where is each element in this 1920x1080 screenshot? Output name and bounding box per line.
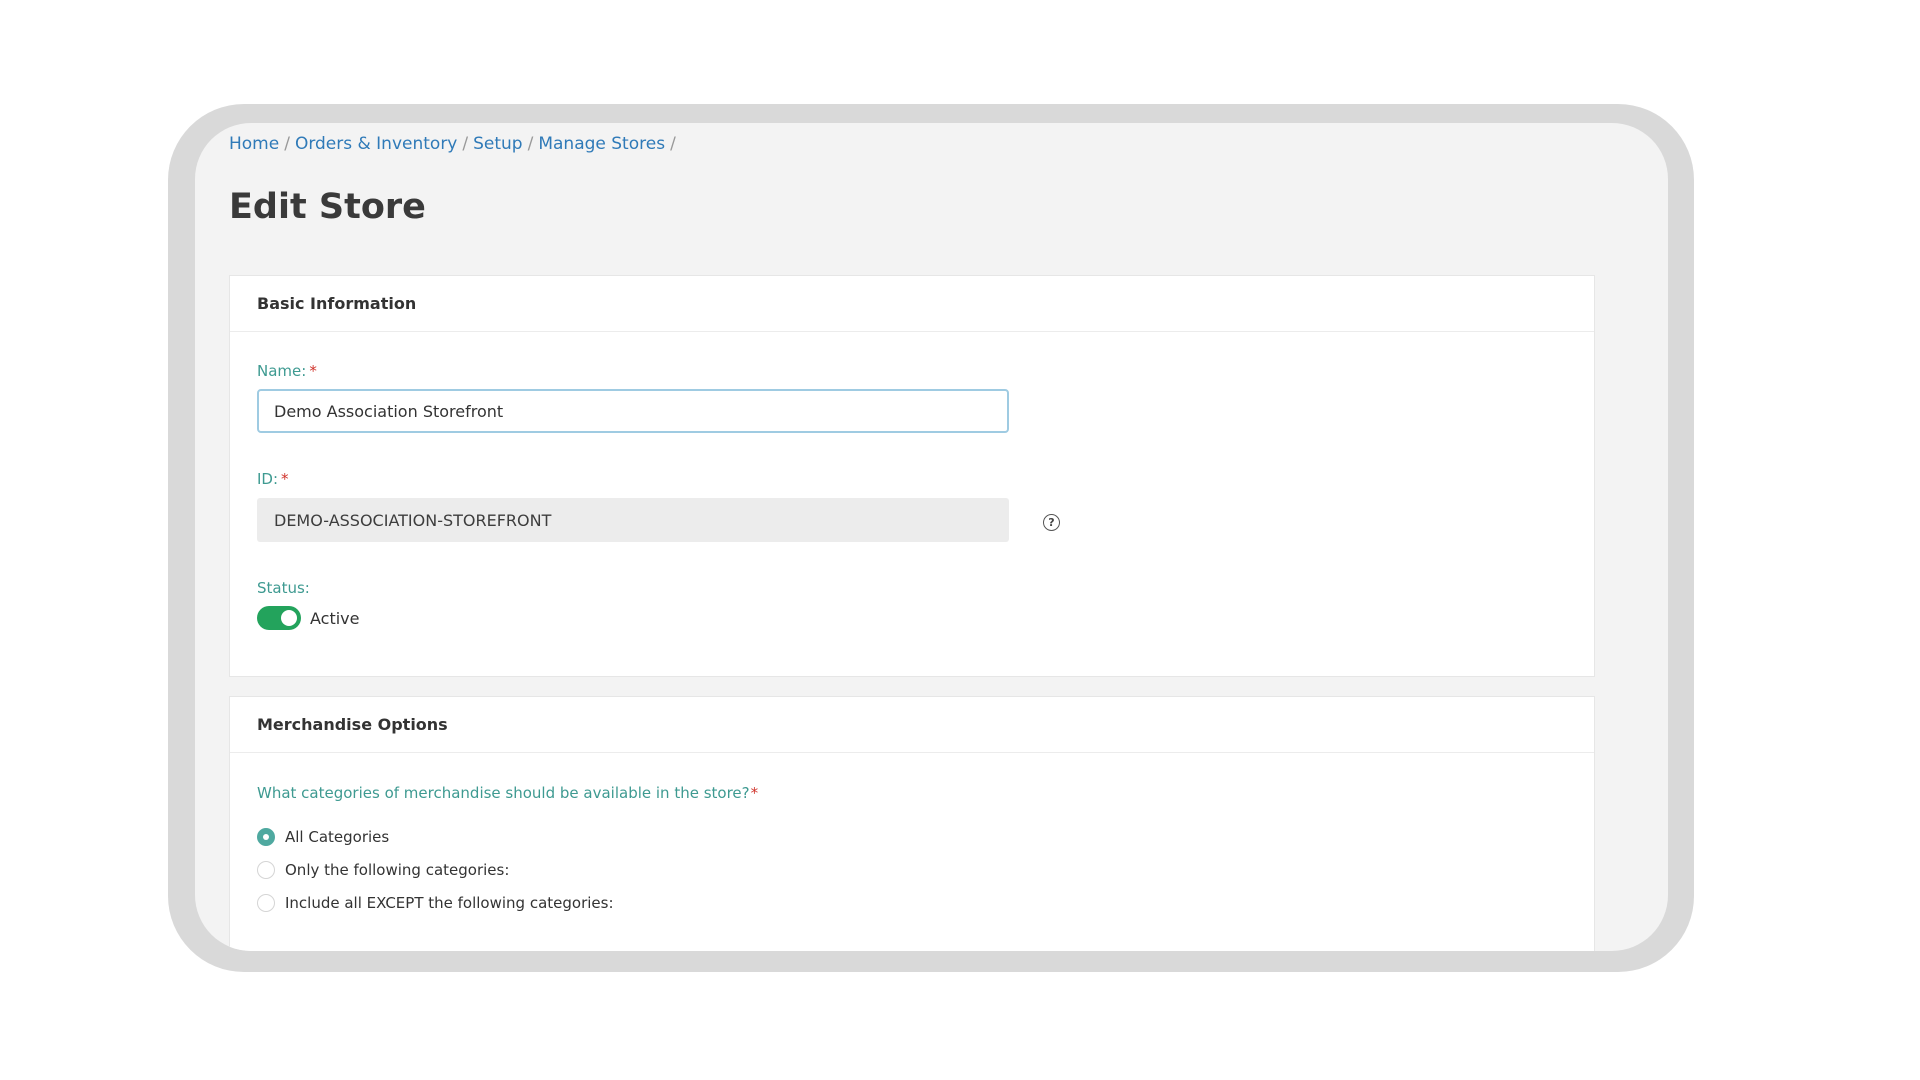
breadcrumb-manage-stores[interactable]: Manage Stores: [538, 134, 665, 154]
page-title: Edit Store: [229, 187, 426, 227]
radio-include-all-except[interactable]: Include all EXCEPT the following categor…: [257, 893, 614, 913]
id-label: ID: *: [257, 470, 289, 488]
breadcrumb-orders-inventory[interactable]: Orders & Inventory: [295, 134, 457, 154]
radio-only-following[interactable]: Only the following categories:: [257, 860, 614, 880]
radio-label: All Categories: [285, 828, 390, 846]
status-toggle[interactable]: [257, 606, 301, 630]
status-value: Active: [310, 608, 360, 628]
status-toggle-row: Active: [257, 606, 360, 630]
required-mark: *: [309, 362, 317, 380]
name-label-text: Name:: [257, 362, 307, 380]
name-input[interactable]: [257, 389, 1009, 433]
radio-button-checked[interactable]: [257, 828, 275, 846]
categories-question: What categories of merchandise should be…: [257, 784, 758, 802]
breadcrumb-separator: /: [527, 134, 534, 154]
help-circle-icon[interactable]: ?: [1043, 514, 1060, 531]
categories-question-text: What categories of merchandise should be…: [257, 784, 750, 802]
radio-all-categories[interactable]: All Categories: [257, 827, 614, 847]
radio-button[interactable]: [257, 894, 275, 912]
radio-label: Only the following categories:: [285, 861, 510, 879]
status-label: Status:: [257, 579, 310, 597]
app-screen: Home / Orders & Inventory / Setup / Manage Sto…: [195, 123, 1668, 951]
name-label: Name: *: [257, 362, 317, 380]
basic-information-header: Basic Information: [230, 276, 1594, 332]
radio-button[interactable]: [257, 861, 275, 879]
breadcrumb-setup[interactable]: Setup: [473, 134, 522, 154]
breadcrumb: Home / Orders & Inventory / Setup / Manage Sto…: [229, 134, 681, 154]
id-field: DEMO-ASSOCIATION-STOREFRONT: [257, 498, 1009, 542]
id-label-text: ID:: [257, 470, 279, 488]
categories-radio-group: All Categories Only the following catego…: [257, 827, 614, 926]
merchandise-options-card: Merchandise Options What categories of m…: [229, 696, 1595, 951]
breadcrumb-separator: /: [284, 134, 290, 154]
required-mark: *: [750, 784, 759, 802]
required-mark: *: [281, 470, 289, 488]
basic-information-card: Basic Information Name:* ID:* DEMO-ASSOC…: [229, 275, 1595, 677]
breadcrumb-home[interactable]: Home: [229, 134, 279, 154]
radio-label: Include all EXCEPT the following categor…: [285, 894, 614, 912]
breadcrumb-separator: /: [462, 134, 469, 154]
merchandise-options-header: Merchandise Options: [230, 697, 1594, 753]
breadcrumb-separator: /: [670, 134, 676, 154]
